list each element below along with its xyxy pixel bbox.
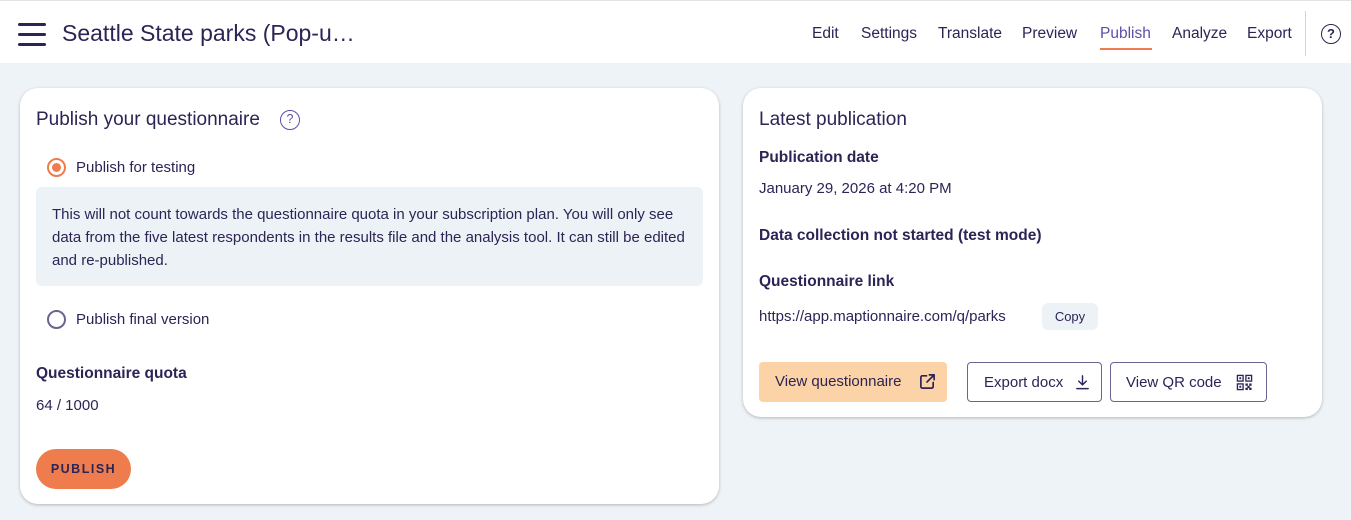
collection-status: Data collection not started (test mode): [759, 227, 1042, 244]
testing-info-box: This will not count towards the question…: [36, 187, 703, 286]
nav-analyze[interactable]: Analyze: [1172, 25, 1227, 43]
questionnaire-link-label: Questionnaire link: [759, 273, 895, 290]
nav-preview[interactable]: Preview: [1022, 25, 1077, 43]
nav-edit[interactable]: Edit: [812, 25, 839, 43]
nav-publish[interactable]: Publish: [1100, 25, 1151, 43]
view-qr-code-label: View QR code: [1126, 374, 1222, 391]
questionnaire-title: Seattle State parks (Pop-u…: [62, 20, 355, 46]
view-qr-code-button[interactable]: View QR code: [1110, 362, 1267, 402]
help-icon[interactable]: ?: [280, 110, 300, 130]
nav-settings[interactable]: Settings: [861, 25, 917, 43]
publish-card: Publish your questionnaire ? Publish for…: [20, 88, 719, 504]
view-questionnaire-label: View questionnaire: [775, 373, 902, 390]
copy-link-button[interactable]: Copy: [1042, 303, 1098, 330]
radio-publish-final-label[interactable]: Publish final version: [76, 311, 209, 328]
export-docx-button[interactable]: Export docx: [967, 362, 1102, 402]
nav-translate[interactable]: Translate: [938, 25, 1002, 43]
radio-publish-testing-label[interactable]: Publish for testing: [76, 159, 195, 176]
quota-value: 64 / 1000: [36, 397, 99, 414]
questionnaire-link[interactable]: https://app.maptionnaire.com/q/parks: [759, 308, 1006, 325]
active-tab-indicator: [1100, 48, 1152, 50]
publication-date-label: Publication date: [759, 149, 879, 166]
download-icon: [1076, 375, 1089, 390]
publication-date-value: January 29, 2026 at 4:20 PM: [759, 180, 952, 197]
menu-icon[interactable]: [18, 23, 46, 46]
radio-publish-testing[interactable]: [47, 158, 66, 177]
radio-publish-final[interactable]: [47, 310, 66, 329]
top-bar: Seattle State parks (Pop-u… Edit Setting…: [0, 0, 1351, 63]
latest-publication-card: Latest publication Publication date Janu…: [743, 88, 1322, 417]
quota-label: Questionnaire quota: [36, 365, 187, 382]
external-link-icon: [920, 374, 935, 389]
export-docx-label: Export docx: [984, 374, 1064, 391]
publish-card-title: Publish your questionnaire: [36, 109, 260, 130]
view-questionnaire-button[interactable]: View questionnaire: [759, 362, 947, 402]
nav-export[interactable]: Export: [1247, 25, 1292, 43]
publish-button[interactable]: PUBLISH: [36, 449, 131, 489]
nav-divider: [1305, 11, 1306, 56]
qr-code-icon: [1236, 374, 1253, 391]
latest-publication-title: Latest publication: [759, 109, 907, 130]
help-icon[interactable]: ?: [1321, 24, 1341, 44]
